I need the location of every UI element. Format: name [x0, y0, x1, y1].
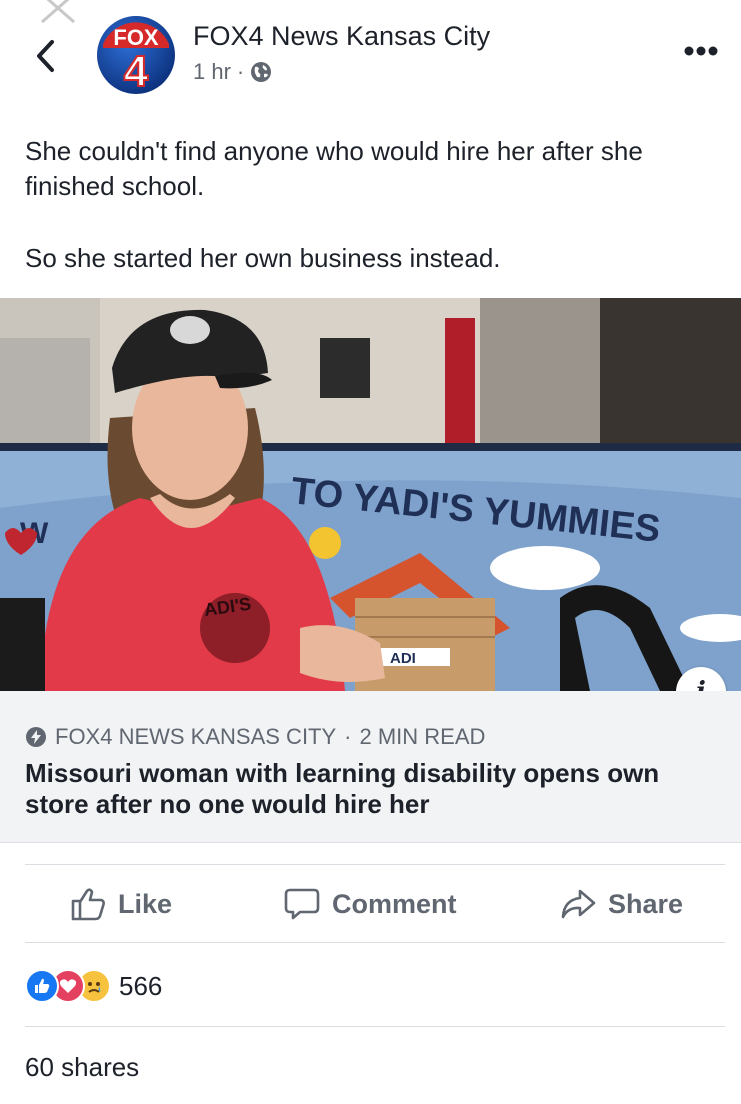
actions-top-divider [25, 864, 725, 865]
share-arrow-icon [561, 889, 596, 919]
reaction-count: 566 [119, 970, 163, 1001]
back-chevron-icon[interactable] [32, 36, 60, 76]
comment-label: Comment [332, 888, 457, 919]
link-source-name: FOX4 NEWS KANSAS CITY [55, 724, 337, 749]
globe-icon [251, 62, 272, 82]
post-message: She couldn't find anyone who would hire … [25, 134, 725, 276]
comment-button[interactable]: Comment [284, 868, 457, 940]
more-options-icon[interactable] [683, 44, 719, 58]
share-count[interactable]: 60 shares [25, 1052, 139, 1083]
link-read-time: 2 MIN READ [359, 724, 486, 749]
like-button[interactable]: Like [70, 868, 172, 940]
post-meta: 1 hr · [193, 59, 272, 85]
share-button[interactable]: Share [560, 868, 683, 940]
post-line-2: So she started her own business instead. [25, 243, 501, 273]
page-avatar[interactable]: FOX 4 [95, 14, 177, 96]
link-source: FOX4 NEWS KANSAS CITY · 2 MIN READ [25, 724, 485, 750]
link-headline[interactable]: Missouri woman with learning disability … [25, 758, 725, 820]
actions-bottom-divider [25, 942, 725, 943]
like-label: Like [118, 888, 173, 919]
share-label: Share [608, 888, 684, 919]
close-icon[interactable] [38, 0, 78, 24]
link-preview-image[interactable]: TO YADI'S YUMMIES W ADI ADI'S [0, 298, 741, 691]
link-card[interactable]: FOX4 NEWS KANSAS CITY · 2 MIN READ Misso… [0, 691, 741, 843]
verified-source-icon [26, 727, 46, 747]
doghouse-text: ADI [390, 650, 416, 667]
like-reaction-icon [25, 969, 59, 1003]
logo-number-text: 4 [124, 47, 149, 96]
link-source-separator: · [344, 724, 352, 749]
meta-separator: · [236, 59, 245, 84]
action-bar: Like Comment Share [0, 868, 741, 940]
thumbs-up-icon [71, 888, 105, 921]
page-name[interactable]: FOX4 News Kansas City [193, 21, 490, 52]
comment-icon [284, 888, 320, 920]
reactions-summary[interactable]: 566 [25, 966, 162, 1006]
store-photo: TO YADI'S YUMMIES W ADI ADI'S [0, 298, 741, 691]
post-time[interactable]: 1 hr [193, 59, 231, 85]
post-line-1: She couldn't find anyone who would hire … [25, 136, 643, 201]
stats-divider [25, 1026, 725, 1027]
